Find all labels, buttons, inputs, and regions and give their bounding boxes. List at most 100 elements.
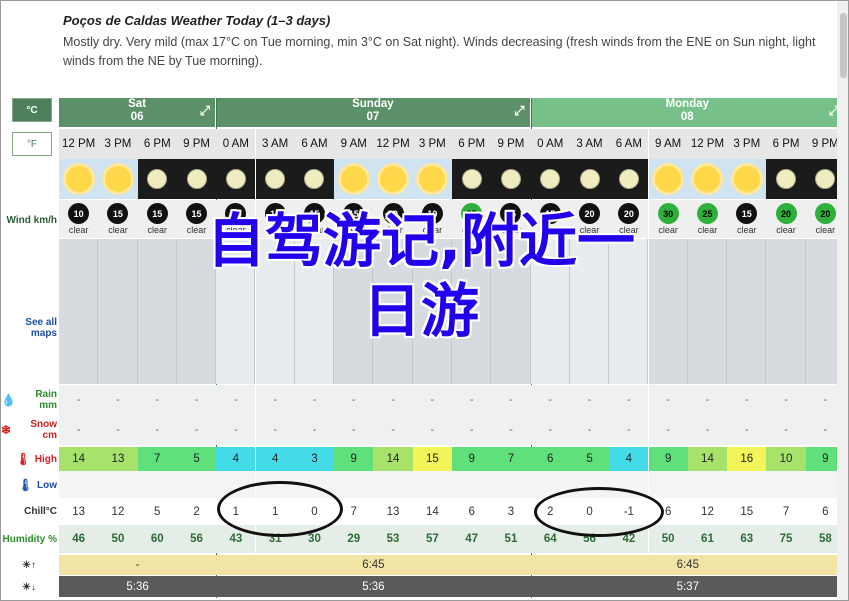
scrollbar-thumb[interactable]: [840, 13, 847, 78]
sky-cell: [727, 159, 767, 199]
humidity-cell: 57: [412, 525, 452, 553]
moon-icon: [500, 169, 521, 189]
sky-cell: [687, 159, 728, 199]
sunrise-time: -: [59, 555, 217, 575]
chill-label: Chill°C: [24, 505, 57, 517]
humidity-cell: 63: [727, 525, 767, 553]
snow-cell: -: [648, 415, 688, 445]
time-cell: 0 AM: [216, 129, 256, 159]
high-temp-cell: 3: [294, 447, 335, 471]
high-temp-cell: 4: [609, 447, 649, 471]
sun-icon: [104, 166, 131, 192]
day-name: Sunday: [352, 98, 394, 110]
chill-cell: 5: [137, 498, 177, 525]
sun-icon: [340, 166, 367, 192]
chill-cell: 15: [727, 498, 767, 525]
vertical-scrollbar[interactable]: [837, 1, 848, 600]
sun-icon: [733, 166, 760, 192]
snow-cell: -: [334, 415, 374, 445]
rain-cell: -: [137, 385, 177, 415]
sky-cell: [216, 159, 256, 199]
chill-cell: 12: [98, 498, 138, 525]
chill-cell: 7: [766, 498, 806, 525]
sun-icon: [65, 166, 92, 192]
thermometer-hot-icon: 🌡: [15, 451, 31, 466]
time-cell: 9 AM: [334, 129, 374, 159]
expand-icon[interactable]: ⤢: [200, 104, 210, 117]
high-temp-cell: 4: [255, 447, 295, 471]
sun-icon: [419, 166, 446, 192]
sky-cell: [609, 159, 649, 199]
low-temp-cell: [412, 471, 452, 498]
humidity-cell: 47: [452, 525, 492, 553]
time-cell: 9 PM: [491, 129, 531, 159]
time-cell: 6 PM: [137, 129, 177, 159]
day-header: Sunday 07 ⤢: [216, 98, 531, 127]
time-cell: 3 PM: [727, 129, 767, 159]
sunset-time: 5:37: [530, 576, 845, 597]
high-temp-cell: 13: [98, 447, 138, 471]
humidity-cell: 51: [491, 525, 531, 553]
unit-toggle: °C °F: [12, 98, 52, 166]
day-name: Sat: [128, 98, 147, 110]
day-name: Monday: [665, 98, 710, 110]
low-temp-cell: [294, 471, 335, 498]
low-temp-cell: [569, 471, 610, 498]
snow-label: ❄ Snow cm: [1, 416, 57, 444]
wind-condition: clear: [815, 225, 836, 235]
snow-cell: -: [609, 415, 649, 445]
sky-cell: [255, 159, 295, 199]
chill-cell: 6: [452, 498, 492, 525]
fahrenheit-button[interactable]: °F: [12, 132, 52, 156]
high-temp-cell: 5: [569, 447, 610, 471]
sky-cell: [412, 159, 452, 199]
rain-cell: -: [255, 385, 295, 415]
high-label: 🌡 High: [1, 449, 57, 469]
chill-cell: 2: [176, 498, 217, 525]
humidity-cell: 64: [530, 525, 570, 553]
expand-icon[interactable]: ⤢: [514, 104, 524, 117]
snow-cell: -: [569, 415, 610, 445]
sky-cell: [59, 159, 99, 199]
rain-cell: -: [530, 385, 570, 415]
snow-cell: -: [137, 415, 177, 445]
overlay-line-1: 自驾游记,附近一: [206, 207, 636, 275]
high-temp-cell: 4: [216, 447, 256, 471]
rain-cell: -: [216, 385, 256, 415]
high-temp-cell: 6: [530, 447, 570, 471]
sky-cell: [373, 159, 413, 199]
time-cell: 3 AM: [569, 129, 610, 159]
humidity-cell: 46: [59, 525, 99, 553]
low-temp-cell: [59, 471, 99, 498]
high-temp-cell: 9: [334, 447, 374, 471]
wind-direction-icon: 20: [814, 203, 836, 224]
time-cell: 9 PM: [176, 129, 217, 159]
chill-cell: 6: [648, 498, 688, 525]
snowflake-icon: ❄: [1, 422, 12, 437]
rain-cell: -: [648, 385, 688, 415]
chill-cell: 7: [334, 498, 374, 525]
day-date: 08: [680, 111, 694, 123]
high-temp-cell: 15: [412, 447, 452, 471]
sky-cell: [452, 159, 492, 199]
low-temp-cell: [176, 471, 217, 498]
sky-cell: [176, 159, 217, 199]
time-cell: 3 PM: [412, 129, 452, 159]
low-temp-cell: [687, 471, 728, 498]
rain-cell: -: [569, 385, 610, 415]
low-temp-cell: [98, 471, 138, 498]
sunrise-icon: ☀↑: [22, 559, 36, 571]
humidity-cell: 30: [294, 525, 335, 553]
time-cell: 6 PM: [766, 129, 806, 159]
time-cell: 3 AM: [255, 129, 295, 159]
celsius-button[interactable]: °C: [12, 98, 52, 122]
snow-cell: -: [530, 415, 570, 445]
low-temp-cell: [491, 471, 531, 498]
chill-cell: 3: [491, 498, 531, 525]
high-temp-cell: 10: [766, 447, 806, 471]
high-temp-cell: 7: [491, 447, 531, 471]
humidity-cell: 56: [176, 525, 217, 553]
humidity-cell: 43: [216, 525, 256, 553]
snow-cell: -: [766, 415, 806, 445]
rain-cell: -: [609, 385, 649, 415]
